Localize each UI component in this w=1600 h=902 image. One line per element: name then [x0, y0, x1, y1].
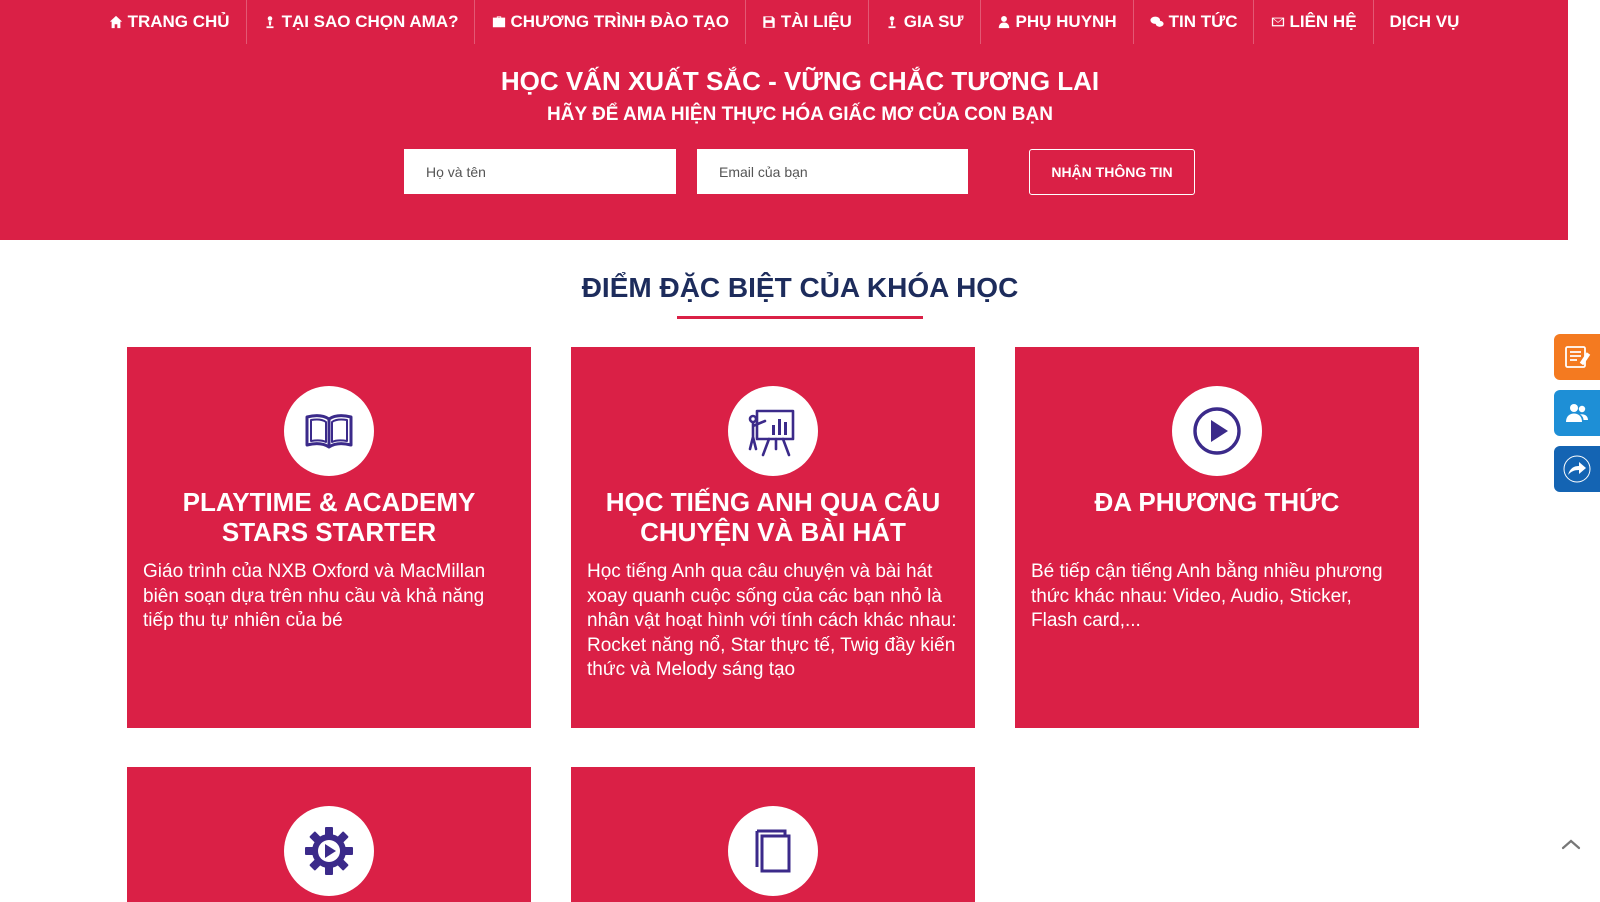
people-icon	[1566, 404, 1588, 422]
nav-item-documents[interactable]: TÀI LIỆU	[746, 0, 869, 44]
nav-item-contact[interactable]: LIÊN HỆ	[1254, 0, 1374, 44]
nav-label: LIÊN HỆ	[1289, 12, 1357, 31]
nav-label: TÀI LIỆU	[780, 12, 852, 31]
gear-play-icon	[284, 806, 374, 896]
save-icon	[762, 15, 777, 30]
section-title: ĐIỂM ĐẶC BIỆT CỦA KHÓA HỌC	[581, 272, 1019, 303]
card-title: PLAYTIME & ACADEMY STARS STARTER	[182, 487, 476, 547]
play-circle-icon	[1172, 386, 1262, 476]
nav-label: GIA SƯ	[903, 12, 964, 31]
nav-label: PHỤ HUYNH	[1015, 12, 1117, 31]
home-icon	[109, 15, 124, 30]
scroll-to-top-button[interactable]	[1556, 832, 1586, 856]
feature-card: PLAYTIME & ACADEMY STARS STARTER Giáo tr…	[127, 347, 531, 728]
nav-item-home[interactable]: TRANG CHỦ	[93, 0, 247, 44]
name-input[interactable]	[404, 149, 676, 194]
feature-card	[127, 767, 531, 902]
chat-icon	[1150, 15, 1165, 30]
nav-label: TẠI SAO CHỌN AMA?	[281, 12, 459, 31]
presentation-board-icon	[728, 386, 818, 476]
feature-card: ĐA PHƯƠNG THỨC Bé tiếp cận tiếng Anh bằn…	[1015, 347, 1419, 728]
envelope-icon	[1270, 15, 1285, 30]
copy-pages-icon	[728, 806, 818, 896]
consult-button[interactable]	[1554, 390, 1600, 436]
email-input[interactable]	[697, 149, 968, 194]
share-button[interactable]	[1554, 446, 1600, 492]
share-arrow-icon	[1563, 455, 1591, 483]
user-icon	[885, 15, 900, 30]
nav-item-parents[interactable]: PHỤ HUYNH	[981, 0, 1134, 44]
card-text: Giáo trình của NXB Oxford và MacMillan b…	[143, 561, 486, 631]
nav-item-why-ama[interactable]: TẠI SAO CHỌN AMA?	[247, 0, 476, 44]
card-text: Bé tiếp cận tiếng Anh bằng nhiều phương …	[1031, 561, 1383, 631]
feature-card: HỌC TIẾNG ANH QUA CÂU CHUYỆN VÀ BÀI HÁT …	[571, 347, 975, 728]
section-underline	[677, 316, 923, 319]
briefcase-icon	[491, 15, 506, 30]
card-title: HỌC TIẾNG ANH QUA CÂU CHUYỆN VÀ BÀI HÁT	[605, 487, 941, 547]
main-nav: TRANG CHỦ TẠI SAO CHỌN AMA? CHƯƠNG TRÌNH…	[0, 0, 1568, 44]
nav-label: TRANG CHỦ	[127, 12, 230, 31]
feature-card	[571, 767, 975, 902]
chevron-up-icon	[1561, 839, 1581, 850]
card-text: Học tiếng Anh qua câu chuyện và bài hát …	[587, 561, 957, 680]
nav-item-services[interactable]: DỊCH VỤ	[1374, 0, 1476, 44]
nav-item-news[interactable]: TIN TỨC	[1134, 0, 1255, 44]
nav-item-programs[interactable]: CHƯƠNG TRÌNH ĐÀO TẠO	[475, 0, 746, 44]
register-form-button[interactable]	[1554, 334, 1600, 380]
nav-item-tutors[interactable]: GIA SƯ	[869, 0, 981, 44]
user-icon	[263, 15, 278, 30]
hero-subtitle: HÃY ĐỂ AMA HIỆN THỰC HÓA GIẤC MƠ CỦA CON…	[547, 104, 1053, 125]
open-book-icon	[284, 386, 374, 476]
get-info-button[interactable]: NHẬN THÔNG TIN	[1029, 149, 1195, 195]
card-title: ĐA PHƯƠNG THỨC	[1094, 487, 1340, 517]
register-form-icon	[1565, 346, 1591, 368]
hero-title: HỌC VẤN XUẤT SẮC - VỮNG CHẮC TƯƠNG LAI	[500, 66, 1100, 96]
nav-label: TIN TỨC	[1168, 12, 1238, 31]
user-icon	[997, 15, 1012, 30]
nav-label: DỊCH VỤ	[1389, 12, 1460, 31]
nav-label: CHƯƠNG TRÌNH ĐÀO TẠO	[510, 12, 729, 31]
